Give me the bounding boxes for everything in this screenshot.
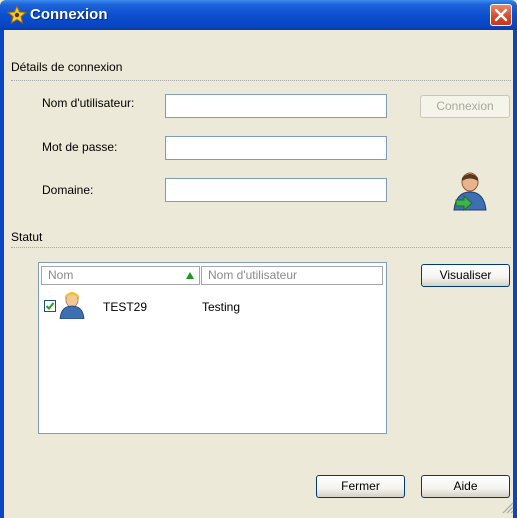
- connect-button[interactable]: Connexion: [420, 95, 510, 118]
- session-list[interactable]: Nom Nom d'utilisateur TEST29 Testing: [38, 262, 387, 434]
- domain-label: Domaine:: [42, 183, 94, 197]
- column-header-username[interactable]: Nom d'utilisateur: [201, 266, 383, 285]
- user-login-icon: [453, 172, 487, 212]
- password-label: Mot de passe:: [42, 140, 118, 154]
- window-title: Connexion: [30, 6, 108, 23]
- details-divider: [11, 80, 511, 81]
- row-username-cell: Testing: [202, 300, 241, 314]
- checkbox-checked-icon[interactable]: [44, 300, 56, 312]
- column-header-username-label: Nom d'utilisateur: [208, 268, 297, 282]
- title-bar[interactable]: Connexion: [0, 0, 517, 30]
- column-header-name-label: Nom: [48, 268, 74, 282]
- column-header-name[interactable]: Nom: [41, 266, 200, 285]
- status-divider: [11, 247, 511, 248]
- domain-field[interactable]: [165, 178, 387, 202]
- login-dialog: Connexion Détails de connexion Nom d'uti…: [0, 0, 517, 518]
- row-name-cell: TEST29: [103, 300, 148, 314]
- details-section-label: Détails de connexion: [11, 60, 123, 74]
- status-section-label: Statut: [11, 230, 43, 244]
- table-row[interactable]: TEST29 Testing: [43, 291, 373, 319]
- help-button[interactable]: Aide: [421, 475, 510, 498]
- resize-grip-icon[interactable]: [500, 500, 514, 514]
- view-button[interactable]: Visualiser: [421, 264, 510, 287]
- username-field[interactable]: [165, 94, 387, 118]
- star-key-icon: [7, 5, 27, 25]
- close-button[interactable]: Fermer: [316, 475, 405, 498]
- sort-ascending-icon: [186, 272, 194, 279]
- close-icon: [494, 8, 508, 22]
- password-field[interactable]: [165, 136, 387, 160]
- window-frame-left: [0, 30, 4, 518]
- window-frame-right: [513, 30, 517, 518]
- user-avatar-icon: [59, 292, 85, 319]
- username-label: Nom d'utilisateur:: [42, 96, 135, 110]
- close-window-button[interactable]: [490, 4, 512, 26]
